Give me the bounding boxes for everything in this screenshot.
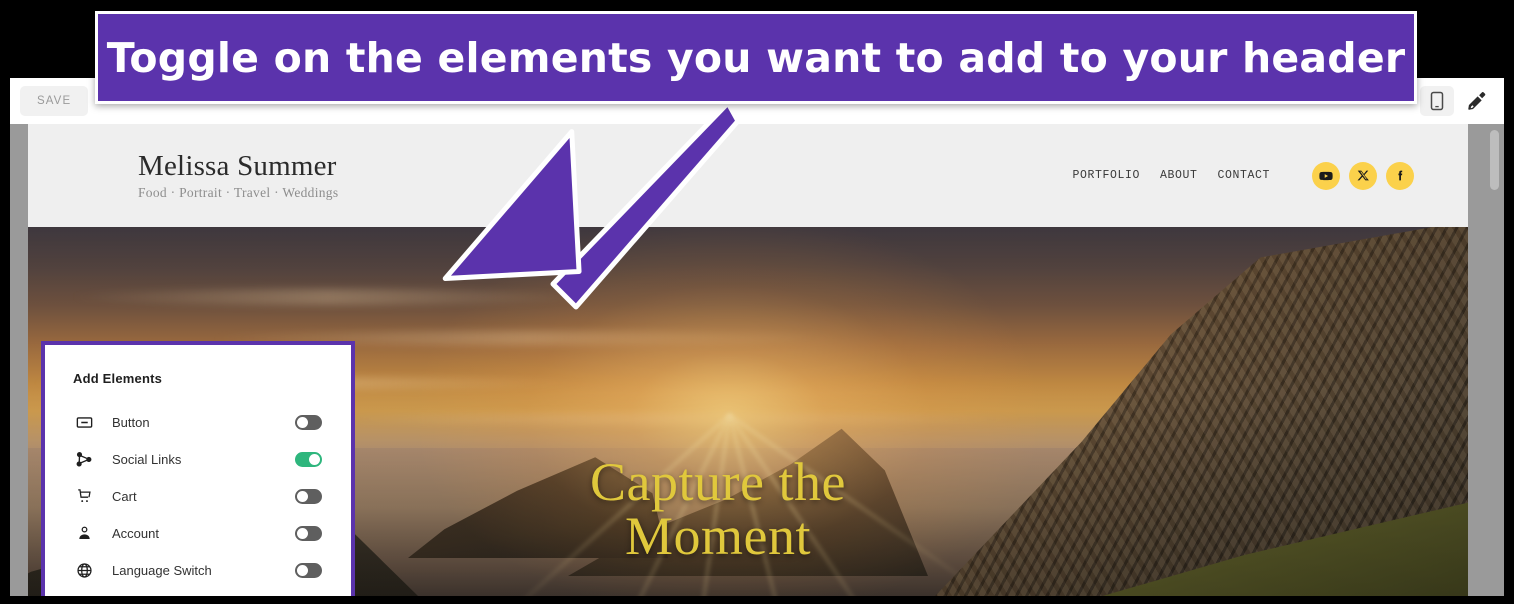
toggle-knob <box>309 454 320 465</box>
panel-row-label: Language Switch <box>112 563 212 578</box>
toggle-social-links[interactable] <box>295 452 322 467</box>
site-header: Melissa Summer Food · Portrait · Travel … <box>28 124 1468 227</box>
nav-link-contact[interactable]: CONTACT <box>1217 169 1270 182</box>
nav-link-portfolio[interactable]: PORTFOLIO <box>1072 169 1140 182</box>
youtube-icon[interactable] <box>1312 161 1340 190</box>
callout-text: Toggle on the elements you want to add t… <box>106 33 1406 82</box>
panel-row-account[interactable]: Account <box>45 515 351 552</box>
design-button[interactable] <box>1460 86 1494 116</box>
toolbar-right-group <box>1420 86 1494 116</box>
callout-banner: Toggle on the elements you want to add t… <box>95 11 1417 104</box>
toggle-knob <box>297 565 308 576</box>
share-nodes-icon <box>73 451 95 469</box>
panel-row-label: Social Links <box>112 452 182 467</box>
panel-row-label: Button <box>112 415 150 430</box>
brand-name: Melissa Summer <box>138 149 337 182</box>
add-elements-panel: Add Elements Button Social Links Cart Ac… <box>41 341 355 596</box>
toggle-knob <box>297 491 308 502</box>
mobile-view-button[interactable] <box>1420 86 1454 116</box>
toggle-account[interactable] <box>295 526 322 541</box>
facebook-icon[interactable] <box>1386 161 1414 190</box>
nav-link-about[interactable]: ABOUT <box>1160 169 1198 182</box>
panel-row-language-switch[interactable]: Language Switch <box>45 552 351 589</box>
panel-row-label: Account <box>112 526 159 541</box>
site-nav: PORTFOLIO ABOUT CONTACT <box>1072 161 1414 190</box>
shopping-cart-icon <box>73 488 95 505</box>
canvas-scrollbar[interactable] <box>1490 130 1499 190</box>
person-icon <box>73 525 95 542</box>
toggle-button[interactable] <box>295 415 322 430</box>
panel-row-social-links[interactable]: Social Links <box>45 441 351 478</box>
paintbrush-icon <box>1466 90 1488 112</box>
toggle-knob <box>297 417 308 428</box>
mobile-icon <box>1429 91 1445 111</box>
button-icon <box>73 414 95 431</box>
brand-tagline: Food · Portrait · Travel · Weddings <box>138 184 339 200</box>
panel-row-button[interactable]: Button <box>45 404 351 441</box>
panel-item-list: Button Social Links Cart Account Languag… <box>45 404 351 589</box>
x-twitter-icon[interactable] <box>1349 161 1377 190</box>
social-links-group <box>1312 161 1414 190</box>
editor-window: SAVE EXIT Global <box>10 78 1504 596</box>
toggle-knob <box>297 528 308 539</box>
panel-row-cart[interactable]: Cart <box>45 478 351 515</box>
panel-title: Add Elements <box>73 371 163 386</box>
toggle-cart[interactable] <box>295 489 322 504</box>
toggle-language-switch[interactable] <box>295 563 322 578</box>
panel-row-label: Cart <box>112 489 137 504</box>
globe-icon <box>73 562 95 579</box>
site-brand[interactable]: Melissa Summer Food · Portrait · Travel … <box>138 149 339 200</box>
save-button[interactable]: SAVE <box>20 86 89 116</box>
hero-title-line1: Capture the <box>590 452 846 512</box>
